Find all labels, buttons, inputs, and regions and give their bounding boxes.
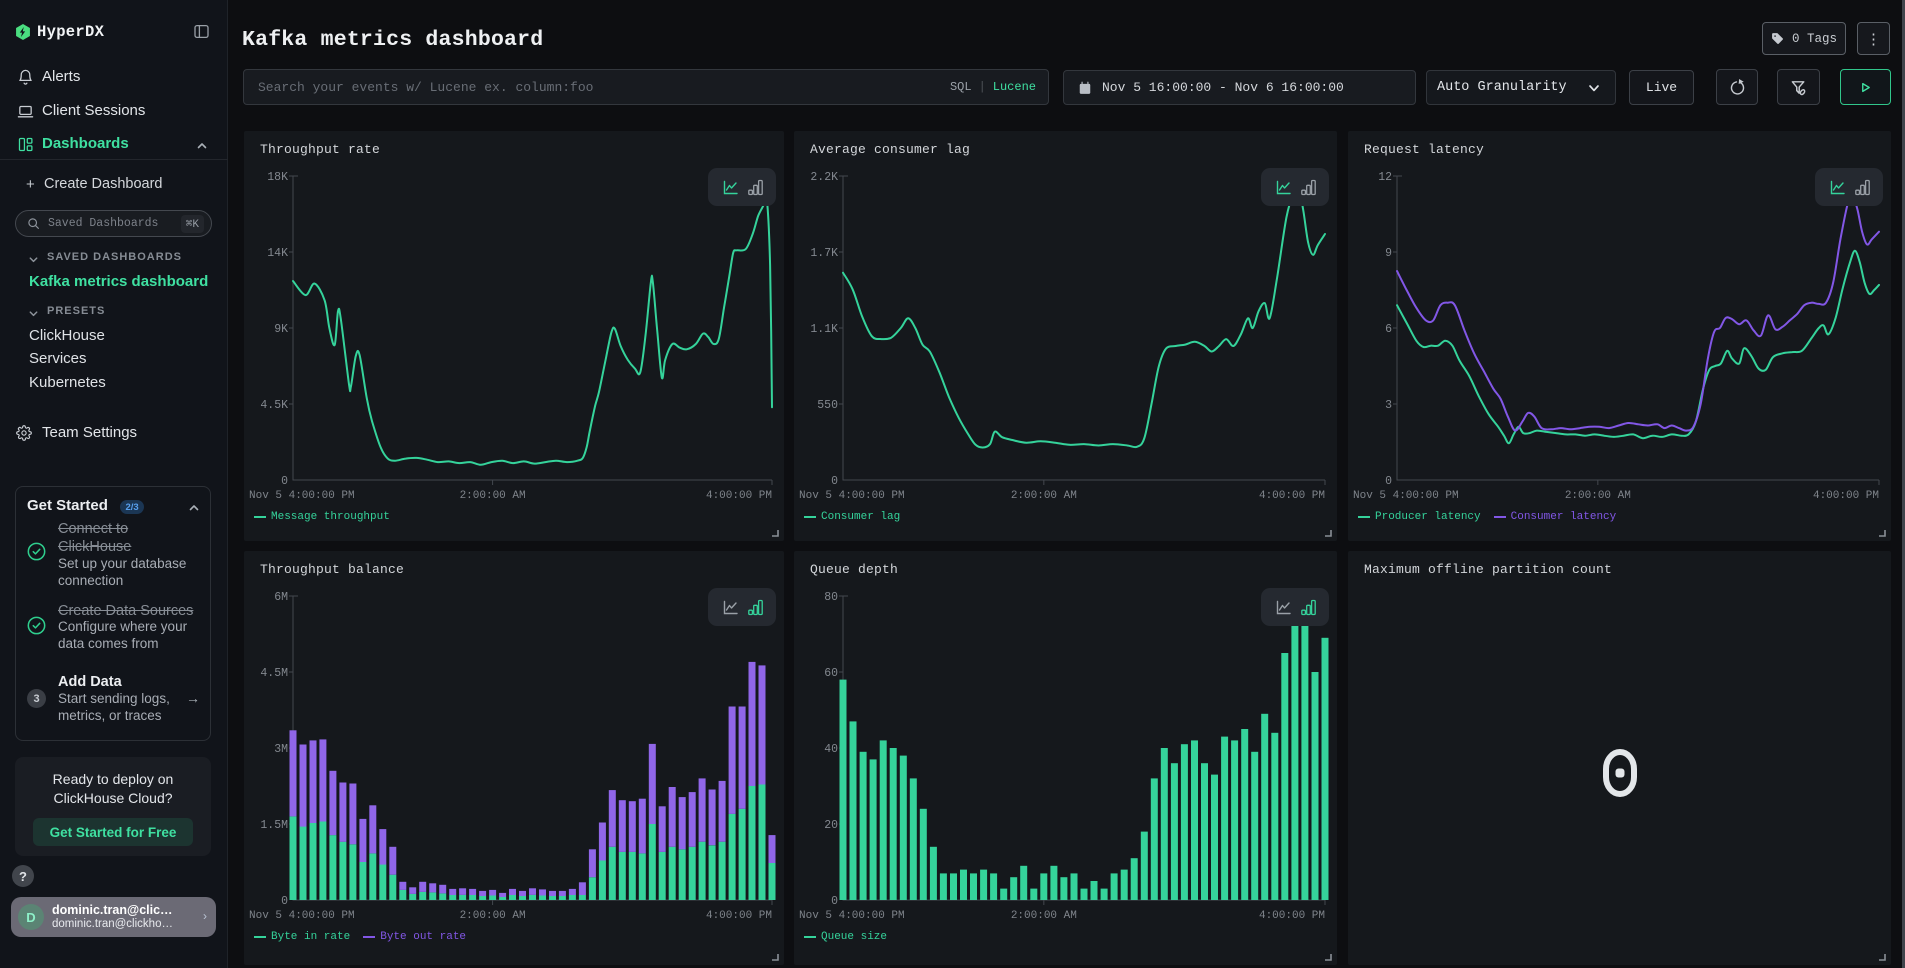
svg-text:1.1K: 1.1K xyxy=(810,323,838,336)
svg-text:2:00:00 AM: 2:00:00 AM xyxy=(460,910,526,922)
svg-text:4.5K: 4.5K xyxy=(260,399,288,412)
svg-text:2:00:00 AM: 2:00:00 AM xyxy=(460,490,526,502)
svg-text:Nov 5 4:00:00 PM: Nov 5 4:00:00 PM xyxy=(799,490,905,502)
svg-text:9K: 9K xyxy=(274,323,288,336)
svg-text:2:00:00 AM: 2:00:00 AM xyxy=(1565,490,1631,502)
svg-text:4:00:00 PM: 4:00:00 PM xyxy=(1259,910,1325,922)
svg-text:6M: 6M xyxy=(274,591,288,604)
svg-text:Nov 5 4:00:00 PM: Nov 5 4:00:00 PM xyxy=(249,910,355,922)
svg-text:2:00:00 AM: 2:00:00 AM xyxy=(1011,910,1077,922)
svg-text:4:00:00 PM: 4:00:00 PM xyxy=(706,910,772,922)
svg-text:4:00:00 PM: 4:00:00 PM xyxy=(1813,490,1879,502)
svg-text:40: 40 xyxy=(824,743,838,756)
svg-text:60: 60 xyxy=(824,667,838,680)
svg-text:9: 9 xyxy=(1385,247,1392,260)
svg-text:0: 0 xyxy=(831,895,838,908)
svg-text:18K: 18K xyxy=(267,171,288,184)
svg-text:3: 3 xyxy=(1385,399,1392,412)
svg-text:4:00:00 PM: 4:00:00 PM xyxy=(1259,490,1325,502)
svg-text:80: 80 xyxy=(824,591,838,604)
svg-text:2:00:00 AM: 2:00:00 AM xyxy=(1011,490,1077,502)
svg-text:0: 0 xyxy=(281,895,288,908)
svg-text:Nov 5 4:00:00 PM: Nov 5 4:00:00 PM xyxy=(799,910,905,922)
svg-text:4.5M: 4.5M xyxy=(260,667,288,680)
svg-text:Nov 5 4:00:00 PM: Nov 5 4:00:00 PM xyxy=(1353,490,1459,502)
svg-text:2.2K: 2.2K xyxy=(810,171,838,184)
svg-text:0: 0 xyxy=(1385,475,1392,488)
svg-text:3M: 3M xyxy=(274,743,288,756)
svg-text:6: 6 xyxy=(1385,323,1392,336)
svg-text:4:00:00 PM: 4:00:00 PM xyxy=(706,490,772,502)
svg-text:20: 20 xyxy=(824,819,838,832)
svg-text:550: 550 xyxy=(817,399,838,412)
svg-text:1.7K: 1.7K xyxy=(810,247,838,260)
svg-text:1.5M: 1.5M xyxy=(260,819,288,832)
svg-text:0: 0 xyxy=(831,475,838,488)
svg-text:14K: 14K xyxy=(267,247,288,260)
svg-text:12: 12 xyxy=(1378,171,1392,184)
svg-text:Nov 5 4:00:00 PM: Nov 5 4:00:00 PM xyxy=(249,490,355,502)
svg-text:0: 0 xyxy=(281,475,288,488)
